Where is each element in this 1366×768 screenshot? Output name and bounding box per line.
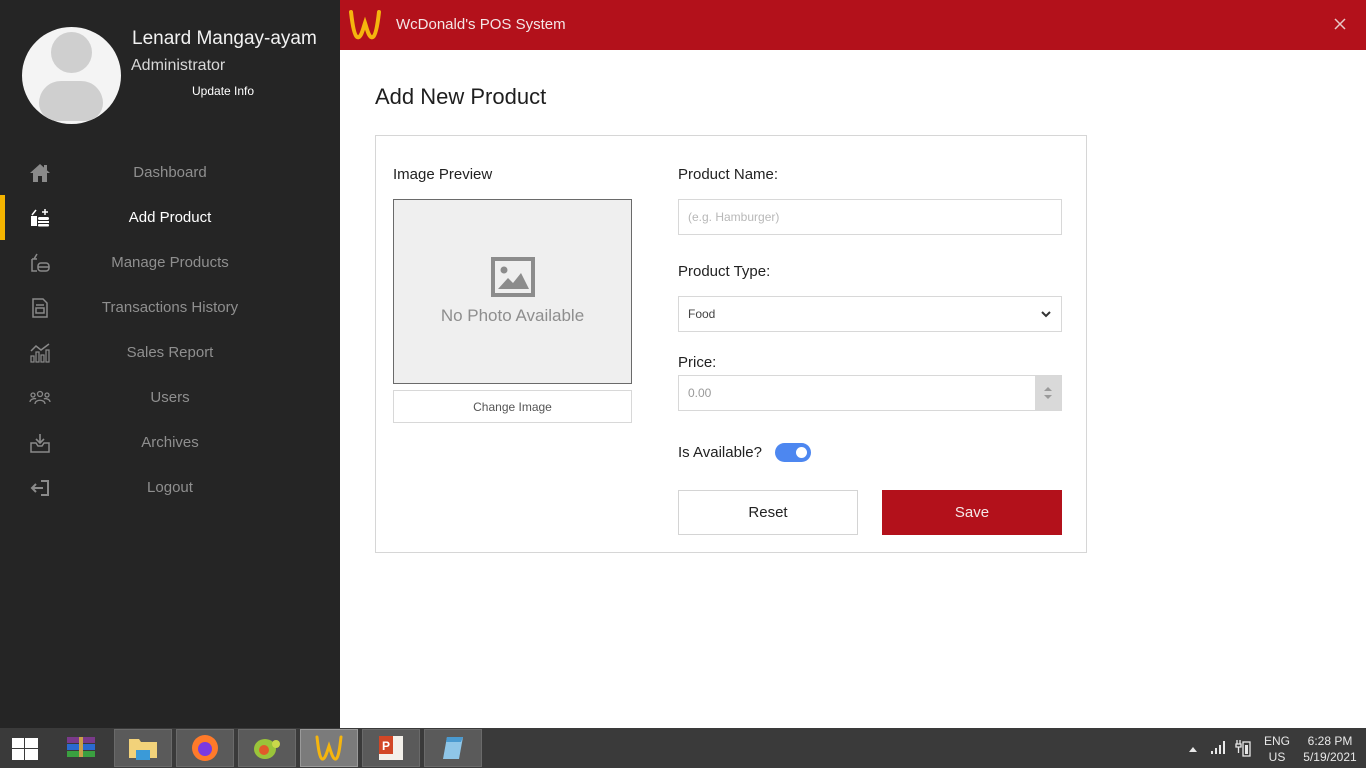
sidebar-item-archives[interactable]: Archives (0, 420, 340, 465)
chevron-up-icon (1189, 747, 1197, 752)
product-type-select[interactable]: Food (678, 296, 1062, 332)
user-profile: Lenard Mangay-ayam Administrator Update … (0, 0, 340, 140)
language-code: ENG (1264, 734, 1291, 748)
close-button[interactable] (1330, 14, 1350, 34)
price-input[interactable]: 0.00 (678, 375, 1062, 411)
sidebar-item-users[interactable]: Users (0, 375, 340, 420)
taskbar-app-notepad[interactable] (424, 729, 482, 767)
notepad-icon (443, 737, 463, 759)
wcdonalds-icon (315, 735, 343, 761)
region-code: US (1268, 750, 1286, 764)
page-title: Add New Product (375, 84, 547, 109)
avatar-head (51, 32, 92, 73)
price-value: 0.00 (688, 386, 712, 400)
sidebar-item-label: Sales Report (126, 344, 214, 361)
update-info-link[interactable]: Update Info (192, 84, 254, 98)
sidebar-item-manage-products[interactable]: Manage Products (0, 240, 340, 285)
signal-icon (1211, 741, 1225, 754)
system-tray: ENG US 6:28 PM 5/19/2021 (1166, 728, 1366, 768)
product-name-label: Product Name: (678, 166, 779, 183)
sidebar-item-label: Manage Products (111, 254, 229, 271)
product-type-value: Food (688, 307, 716, 321)
add-product-form: Image Preview No Photo Available Change … (375, 135, 1087, 553)
clock-date: 5/19/2021 (1303, 750, 1357, 764)
sidebar-item-add-product[interactable]: Add Product (0, 195, 340, 240)
svg-text:P: P (382, 739, 390, 753)
show-hidden-icons-button[interactable] (1188, 742, 1198, 756)
network-button[interactable] (1210, 740, 1226, 757)
clock-time: 6:28 PM (1307, 734, 1353, 748)
firefox-icon (192, 735, 218, 761)
app-window: Lenard Mangay-ayam Administrator Update … (0, 0, 1366, 728)
taskbar-app-powerpoint[interactable]: P (362, 729, 420, 767)
sidebar-item-label: Transactions History (101, 299, 239, 316)
user-name: Lenard Mangay-ayam (132, 28, 317, 49)
title-bar: WcDonald's POS System (340, 0, 1366, 50)
battery-charging-icon (1235, 740, 1251, 757)
taskbar-app-winrar[interactable] (52, 729, 110, 767)
logo-icon (349, 10, 381, 40)
winrar-icon (67, 737, 95, 757)
avatar-body (39, 81, 103, 121)
available-toggle[interactable] (775, 443, 811, 462)
stepper-down-icon[interactable] (1044, 395, 1052, 399)
reset-button[interactable]: Reset (678, 490, 858, 535)
taskbar-app-cygwin[interactable] (238, 729, 296, 767)
sidebar-item-label: Add Product (128, 209, 212, 226)
cygwin-icon (254, 739, 280, 759)
sidebar-item-logout[interactable]: Logout (0, 465, 340, 510)
windows-icon (12, 738, 38, 760)
available-label: Is Available? (678, 444, 762, 461)
language-indicator[interactable]: ENG US (1264, 733, 1290, 765)
sidebar-item-dashboard[interactable]: Dashboard (0, 150, 340, 195)
sidebar-item-sales-report[interactable]: Sales Report (0, 330, 340, 375)
sidebar-item-label: Dashboard (133, 164, 207, 181)
price-stepper[interactable] (1035, 376, 1061, 410)
change-image-button[interactable]: Change Image (393, 390, 632, 423)
start-button[interactable] (12, 738, 38, 760)
product-type-label: Product Type: (678, 263, 771, 280)
no-photo-text: No Photo Available (440, 306, 585, 325)
taskbar-app-file-explorer[interactable] (114, 729, 172, 767)
sidebar-item-label: Logout (147, 479, 193, 496)
image-placeholder-icon (491, 257, 535, 297)
avatar (22, 27, 121, 124)
taskbar: P ENG US 6:28 PM 5/19/2021 (0, 728, 1366, 768)
image-preview: No Photo Available (393, 199, 632, 384)
battery-button[interactable] (1235, 739, 1251, 760)
taskbar-app-wcdonalds-pos[interactable] (300, 729, 358, 767)
powerpoint-icon: P (379, 736, 403, 760)
stepper-up-icon[interactable] (1044, 387, 1052, 391)
close-icon (1334, 18, 1346, 30)
folder-icon (129, 739, 157, 760)
app-title: WcDonald's POS System (396, 16, 566, 33)
sidebar-nav: Dashboard Add Product Manage Products Tr… (0, 150, 340, 510)
price-label: Price: (678, 354, 717, 371)
sidebar: Lenard Mangay-ayam Administrator Update … (0, 0, 340, 728)
sidebar-item-transactions-history[interactable]: Transactions History (0, 285, 340, 330)
save-button[interactable]: Save (882, 490, 1062, 535)
sidebar-item-label: Archives (141, 434, 199, 451)
chevron-down-icon (1041, 311, 1051, 318)
product-name-input[interactable]: (e.g. Hamburger) (678, 199, 1062, 235)
image-preview-label: Image Preview (393, 166, 493, 183)
sidebar-item-label: Users (150, 389, 190, 406)
user-role: Administrator (131, 57, 226, 74)
product-name-placeholder: (e.g. Hamburger) (688, 210, 780, 224)
toggle-knob (796, 447, 807, 458)
clock[interactable]: 6:28 PM 5/19/2021 (1302, 733, 1358, 765)
taskbar-app-firefox[interactable] (176, 729, 234, 767)
